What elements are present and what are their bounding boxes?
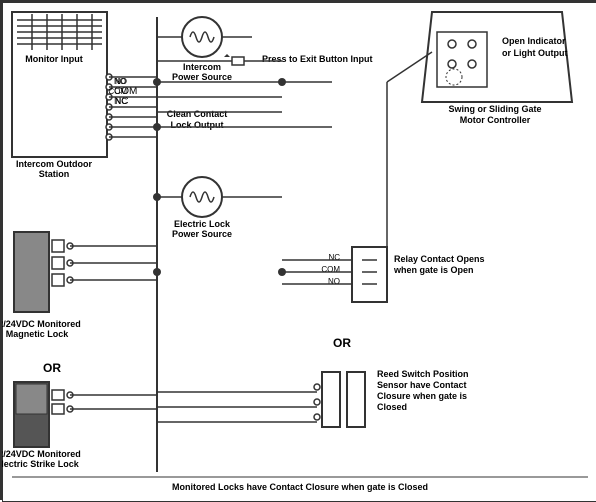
- svg-text:Motor Controller: Motor Controller: [460, 115, 531, 125]
- svg-text:Power Source: Power Source: [172, 229, 232, 239]
- svg-text:Monitor Input: Monitor Input: [25, 54, 82, 64]
- svg-text:Electric Lock: Electric Lock: [174, 219, 231, 229]
- svg-text:OR: OR: [333, 336, 351, 350]
- svg-text:Open Indicator: Open Indicator: [502, 36, 566, 46]
- svg-text:Sensor have Contact: Sensor have Contact: [377, 380, 467, 390]
- wiring-diagram: Monitor Input NO COM NC Intercom Outdoor…: [0, 0, 596, 500]
- svg-text:Lock Output: Lock Output: [171, 120, 224, 130]
- svg-text:Relay Contact Opens: Relay Contact Opens: [394, 254, 485, 264]
- svg-text:Intercom: Intercom: [183, 62, 221, 72]
- svg-text:COM: COM: [108, 87, 127, 96]
- svg-text:Intercom Outdoor: Intercom Outdoor: [16, 159, 92, 169]
- svg-text:12/24VDC Monitored: 12/24VDC Monitored: [2, 449, 81, 459]
- svg-text:Closure when gate is: Closure when gate is: [377, 391, 467, 401]
- svg-text:Monitored Locks have Contact C: Monitored Locks have Contact Closure whe…: [172, 482, 428, 492]
- svg-text:Station: Station: [39, 169, 70, 179]
- svg-text:Power Source: Power Source: [172, 72, 232, 82]
- svg-text:Electric Strike Lock: Electric Strike Lock: [2, 459, 80, 469]
- svg-text:NC: NC: [115, 97, 127, 106]
- svg-text:Closed: Closed: [377, 402, 407, 412]
- svg-text:Reed Switch Position: Reed Switch Position: [377, 369, 469, 379]
- svg-text:when gate is Open: when gate is Open: [393, 265, 474, 275]
- svg-text:OR: OR: [43, 361, 61, 375]
- svg-text:NO: NO: [115, 77, 127, 86]
- svg-text:12/24VDC Monitored: 12/24VDC Monitored: [2, 319, 81, 329]
- svg-text:Swing or Sliding Gate: Swing or Sliding Gate: [448, 104, 541, 114]
- svg-text:Press to Exit Button Input: Press to Exit Button Input: [262, 54, 373, 64]
- svg-text:Clean Contact: Clean Contact: [167, 109, 228, 119]
- svg-text:or Light Output: or Light Output: [502, 48, 567, 58]
- svg-text:Magnetic Lock: Magnetic Lock: [6, 329, 70, 339]
